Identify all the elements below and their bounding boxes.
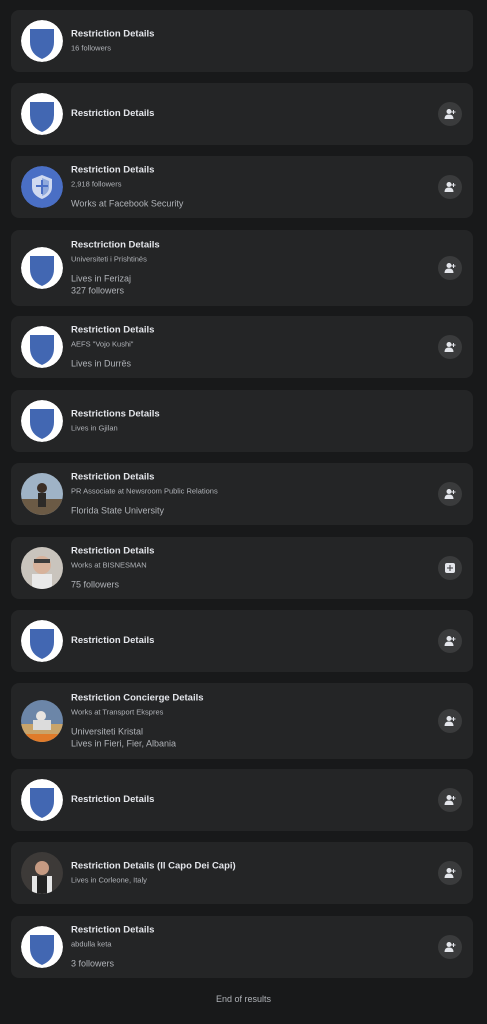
add-friend-icon: [444, 867, 456, 879]
add-friend-button[interactable]: [438, 861, 462, 885]
result-name[interactable]: Restriction Details: [71, 546, 411, 558]
result-subtitle: Works at Transport Ekspres: [71, 707, 164, 717]
result-name[interactable]: Resctriction Details: [71, 240, 411, 252]
search-result-card[interactable]: Restriction Details: [11, 610, 473, 672]
result-text: Restriction Details 2,918 followers Works …: [71, 165, 411, 210]
search-result-card[interactable]: Restriction Details 2,918 followers Works …: [11, 156, 473, 218]
add-friend-button[interactable]: [438, 935, 462, 959]
profile-photo[interactable]: [21, 700, 63, 742]
result-name[interactable]: Restrictions Details: [71, 409, 411, 421]
search-result-card[interactable]: Restriction Details PR Associate at Newsr…: [11, 463, 473, 525]
add-friend-icon: [444, 941, 456, 953]
add-friend-icon: [444, 262, 456, 274]
search-result-card[interactable]: Restriction Details 16 followers: [11, 10, 473, 72]
shield-icon[interactable]: [21, 93, 63, 135]
search-result-card[interactable]: Restriction Details (Il Capo Dei Capi) Li…: [11, 842, 473, 904]
add-friend-button[interactable]: [438, 175, 462, 199]
shield-icon[interactable]: [21, 779, 63, 821]
result-name[interactable]: Restriction Details: [71, 472, 411, 484]
add-friend-button[interactable]: [438, 629, 462, 653]
result-name[interactable]: Restriction Details: [71, 165, 411, 177]
result-subtitle: abdulla keta: [71, 939, 112, 949]
result-meta: Lives in Fieri, Fier, Albania: [71, 738, 177, 749]
add-friend-icon: [444, 108, 456, 120]
search-result-card[interactable]: Restrictions Details Lives in Gjilan: [11, 390, 473, 452]
result-text: Restriction Details Works at BISNESMAN 75 …: [71, 546, 411, 591]
result-text: Restrictions Details Lives in Gjilan: [71, 409, 411, 434]
result-subtitle: PR Associate at Newsroom Public Relation…: [71, 486, 218, 496]
add-friend-icon: [444, 635, 456, 647]
security-shield-icon[interactable]: [21, 166, 63, 208]
result-subtitle: 16 followers: [71, 43, 112, 53]
shield-icon[interactable]: [21, 326, 63, 368]
result-name[interactable]: Restriction Concierge Details: [71, 693, 411, 705]
search-result-card[interactable]: Restriction Details AEFS "Vojo Kushi" Live…: [11, 316, 473, 378]
end-of-results: End of results: [215, 994, 272, 1004]
result-subtitle: Lives in Gjilan: [71, 423, 118, 433]
result-text: Restriction Concierge Details Works at Tr…: [71, 693, 411, 750]
result-name[interactable]: Restriction Details: [71, 925, 411, 937]
result-meta: 75 followers: [71, 579, 120, 590]
result-subtitle: Works at BISNESMAN: [71, 560, 147, 570]
search-result-card[interactable]: Restriction Details Works at BISNESMAN 75 …: [11, 537, 473, 599]
shield-icon[interactable]: [21, 926, 63, 968]
result-meta: Lives in Durrës: [71, 358, 132, 369]
result-text: Restriction Details 16 followers: [71, 29, 411, 54]
search-result-card[interactable]: Resctriction Details Universiteti i Prish…: [11, 230, 473, 306]
result-text: Restriction Details: [71, 794, 411, 806]
add-friend-button[interactable]: [438, 335, 462, 359]
add-friend-button[interactable]: [438, 709, 462, 733]
shield-icon[interactable]: [21, 247, 63, 289]
add-friend-icon: [444, 181, 456, 193]
profile-photo[interactable]: [21, 547, 63, 589]
add-friend-icon: [444, 715, 456, 727]
search-result-card[interactable]: Restriction Details: [11, 83, 473, 145]
add-friend-icon: [444, 488, 456, 500]
result-meta: Universiteti Kristal: [71, 726, 144, 737]
result-name[interactable]: Restriction Details: [71, 29, 411, 41]
search-result-card[interactable]: Restriction Details abdulla keta 3 followe…: [11, 916, 473, 978]
profile-photo[interactable]: [21, 473, 63, 515]
result-name[interactable]: Restriction Details: [71, 325, 411, 337]
result-text: Restriction Details (Il Capo Dei Capi) Li…: [71, 861, 411, 886]
result-text: Restriction Details PR Associate at Newsr…: [71, 472, 411, 517]
result-text: Restriction Details: [71, 635, 411, 647]
result-meta: 327 followers: [71, 285, 125, 296]
result-meta: 3 followers: [71, 958, 115, 969]
result-text: Restriction Details AEFS "Vojo Kushi" Live…: [71, 325, 411, 370]
profile-photo[interactable]: [21, 852, 63, 894]
add-friend-icon: [444, 794, 456, 806]
add-friend-button[interactable]: [438, 256, 462, 280]
add-friend-button[interactable]: [438, 482, 462, 506]
result-subtitle: Lives in Corleone, Italy: [71, 875, 147, 885]
search-results-list: End of results Restriction Details 16 fol…: [0, 0, 487, 1024]
add-friend-icon: [444, 341, 456, 353]
result-text: Restriction Details: [71, 108, 411, 120]
result-name[interactable]: Restriction Details: [71, 635, 411, 647]
shield-icon[interactable]: [21, 20, 63, 62]
search-result-card[interactable]: Restriction Details: [11, 769, 473, 831]
result-text: Resctriction Details Universiteti i Prish…: [71, 240, 411, 297]
add-friend-button[interactable]: [438, 102, 462, 126]
result-name[interactable]: Restriction Details: [71, 108, 411, 120]
search-result-card[interactable]: Restriction Concierge Details Works at Tr…: [11, 683, 473, 759]
result-subtitle: AEFS "Vojo Kushi": [71, 339, 134, 349]
follow-button[interactable]: [438, 556, 462, 580]
result-subtitle: Universiteti i Prishtinës: [71, 254, 147, 264]
add-friend-button[interactable]: [438, 788, 462, 812]
follow-icon: [444, 562, 456, 574]
result-meta: Florida State University: [71, 505, 165, 516]
shield-icon[interactable]: [21, 400, 63, 442]
result-subtitle: 2,918 followers: [71, 179, 122, 189]
shield-icon[interactable]: [21, 620, 63, 662]
result-meta: Works at Facebook Security: [71, 198, 184, 209]
result-text: Restriction Details abdulla keta 3 followe…: [71, 925, 411, 970]
result-meta: Lives in Ferizaj: [71, 273, 132, 284]
result-name[interactable]: Restriction Details: [71, 794, 411, 806]
result-name[interactable]: Restriction Details (Il Capo Dei Capi): [71, 861, 411, 873]
